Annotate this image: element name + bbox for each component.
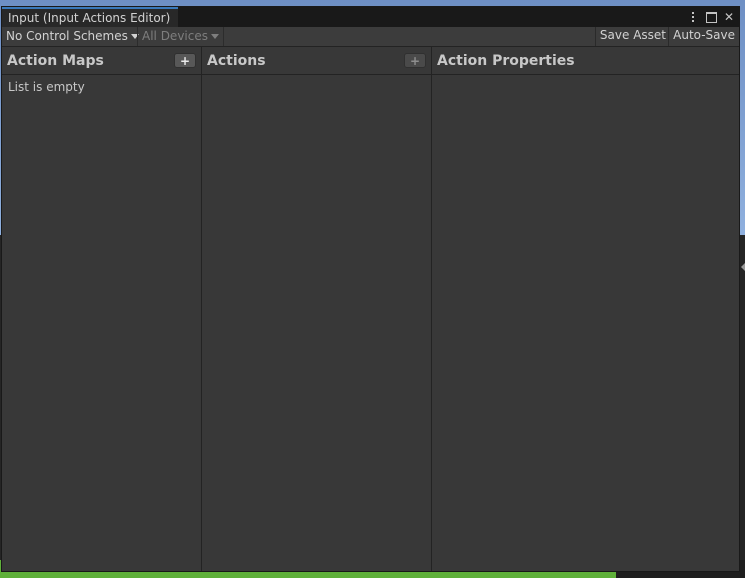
- action-properties-pane: Action Properties: [432, 47, 739, 571]
- action-maps-pane: Action Maps + List is empty: [2, 47, 202, 571]
- add-action-button[interactable]: +: [404, 53, 426, 68]
- control-schemes-dropdown[interactable]: No Control Schemes: [6, 27, 139, 46]
- save-asset-button[interactable]: Save Asset: [594, 27, 670, 46]
- input-actions-editor-window: Input (Input Actions Editor) ✕ No Contro…: [1, 6, 740, 572]
- auto-save-toggle[interactable]: Auto-Save: [668, 27, 739, 46]
- actions-header: Actions +: [202, 47, 431, 75]
- add-action-map-button[interactable]: +: [174, 53, 196, 68]
- maximize-icon[interactable]: [705, 9, 717, 25]
- action-maps-title: Action Maps: [7, 53, 104, 69]
- side-collapse-arrow-icon[interactable]: [741, 263, 745, 271]
- actions-pane: Actions +: [202, 47, 432, 571]
- actions-title: Actions: [207, 53, 266, 69]
- action-properties-title: Action Properties: [437, 53, 575, 69]
- close-icon[interactable]: ✕: [723, 9, 735, 25]
- chevron-down-icon: [210, 34, 219, 39]
- window-controls: ✕: [687, 7, 735, 27]
- control-schemes-label: No Control Schemes: [6, 29, 128, 43]
- action-properties-header: Action Properties: [432, 47, 739, 75]
- kebab-menu-icon[interactable]: [687, 9, 699, 25]
- editor-panes: Action Maps + List is empty Actions + Ac…: [2, 47, 739, 571]
- editor-tab[interactable]: Input (Input Actions Editor): [2, 7, 179, 27]
- window-titlebar: Input (Input Actions Editor) ✕: [2, 7, 739, 27]
- action-maps-header: Action Maps +: [2, 47, 201, 75]
- devices-label: All Devices: [142, 29, 208, 43]
- editor-toolbar: No Control Schemes All Devices Save Asse…: [2, 27, 739, 47]
- empty-list-message: List is empty: [8, 80, 85, 94]
- devices-dropdown[interactable]: All Devices: [137, 27, 224, 46]
